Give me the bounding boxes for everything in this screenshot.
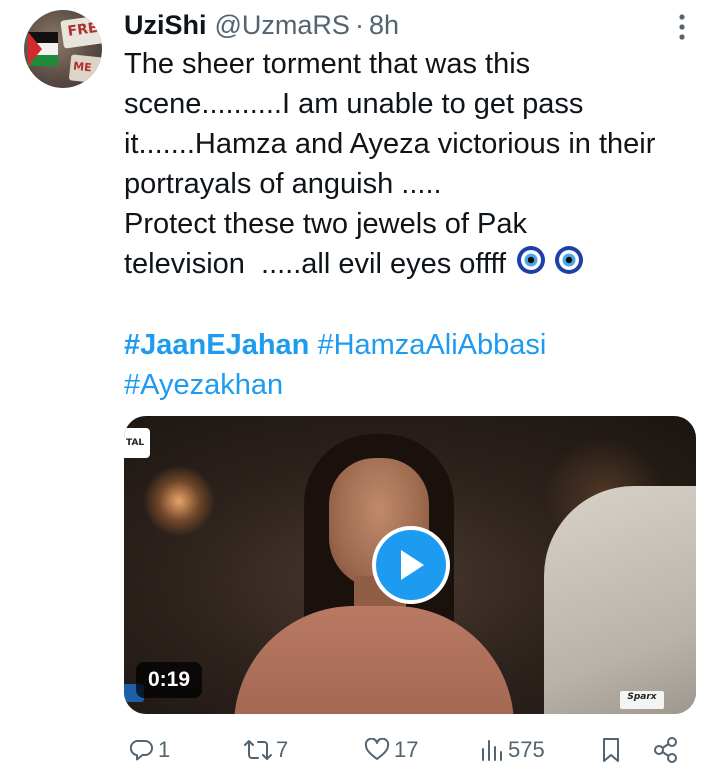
nazar-amulet-emoji [514, 245, 594, 286]
sign-lettering-2: ME [72, 59, 93, 75]
repost-icon [244, 740, 272, 760]
video-frame-figure-dress [234, 606, 514, 714]
share-button[interactable] [652, 730, 680, 770]
like-count: 17 [394, 737, 419, 762]
hashtags: #JaanEJahan #HamzaAliAbbasi #Ayezakhan [124, 325, 704, 405]
views-count: 575 [508, 737, 545, 762]
hashtag-ayezakhan[interactable]: #Ayezakhan [124, 369, 283, 401]
video-duration: 0:19 [136, 662, 203, 698]
avatar[interactable]: FRE ME [24, 10, 102, 88]
reply-count: 1 [158, 737, 171, 762]
action-bar: 1 7 17 575 [0, 730, 720, 772]
play-button[interactable] [372, 526, 450, 604]
like-button[interactable]: 17 [364, 730, 418, 770]
repost-count: 7 [276, 737, 289, 762]
sign-lettering: FRE [66, 19, 99, 40]
more-options-icon[interactable] [664, 12, 700, 42]
bookmark-icon [603, 738, 619, 762]
views-icon [482, 740, 502, 761]
share-icon [654, 737, 677, 763]
protest-sign-image-2: ME [68, 54, 102, 84]
display-name[interactable]: UziShi [124, 10, 207, 41]
sparx-watermark: Sparx [620, 691, 664, 709]
palestine-flag-image [28, 32, 58, 66]
hashtag-jaanejahan[interactable]: #JaanEJahan [124, 329, 309, 361]
hashtag-hamzaaliabbasi[interactable]: #HamzaAliAbbasi [317, 329, 546, 361]
video-player[interactable]: TAL 0:19 Sparx [124, 416, 696, 714]
video-frame-second-figure [544, 486, 696, 714]
tweet-text: The sheer torment that was this scene...… [124, 44, 704, 286]
protest-sign-image: FRE [60, 15, 102, 49]
channel-logo-text: TAL [126, 438, 145, 448]
timestamp[interactable]: 8h [369, 10, 399, 41]
channel-logo: TAL [124, 428, 150, 458]
views-button[interactable]: 575 [480, 730, 545, 770]
reply-button[interactable]: 1 [130, 730, 170, 770]
bookmark-button[interactable] [600, 730, 622, 770]
repost-button[interactable]: 7 [244, 730, 288, 770]
separator-dot: · [354, 9, 364, 40]
user-handle[interactable]: @UzmaRS [215, 10, 350, 41]
heart-icon [364, 738, 390, 760]
play-icon [401, 550, 424, 580]
tweet-header: UziShi @UzmaRS · 8h [124, 8, 399, 42]
background-lamp [144, 466, 214, 536]
more-options-glyph [679, 14, 685, 40]
reply-icon [130, 739, 153, 761]
